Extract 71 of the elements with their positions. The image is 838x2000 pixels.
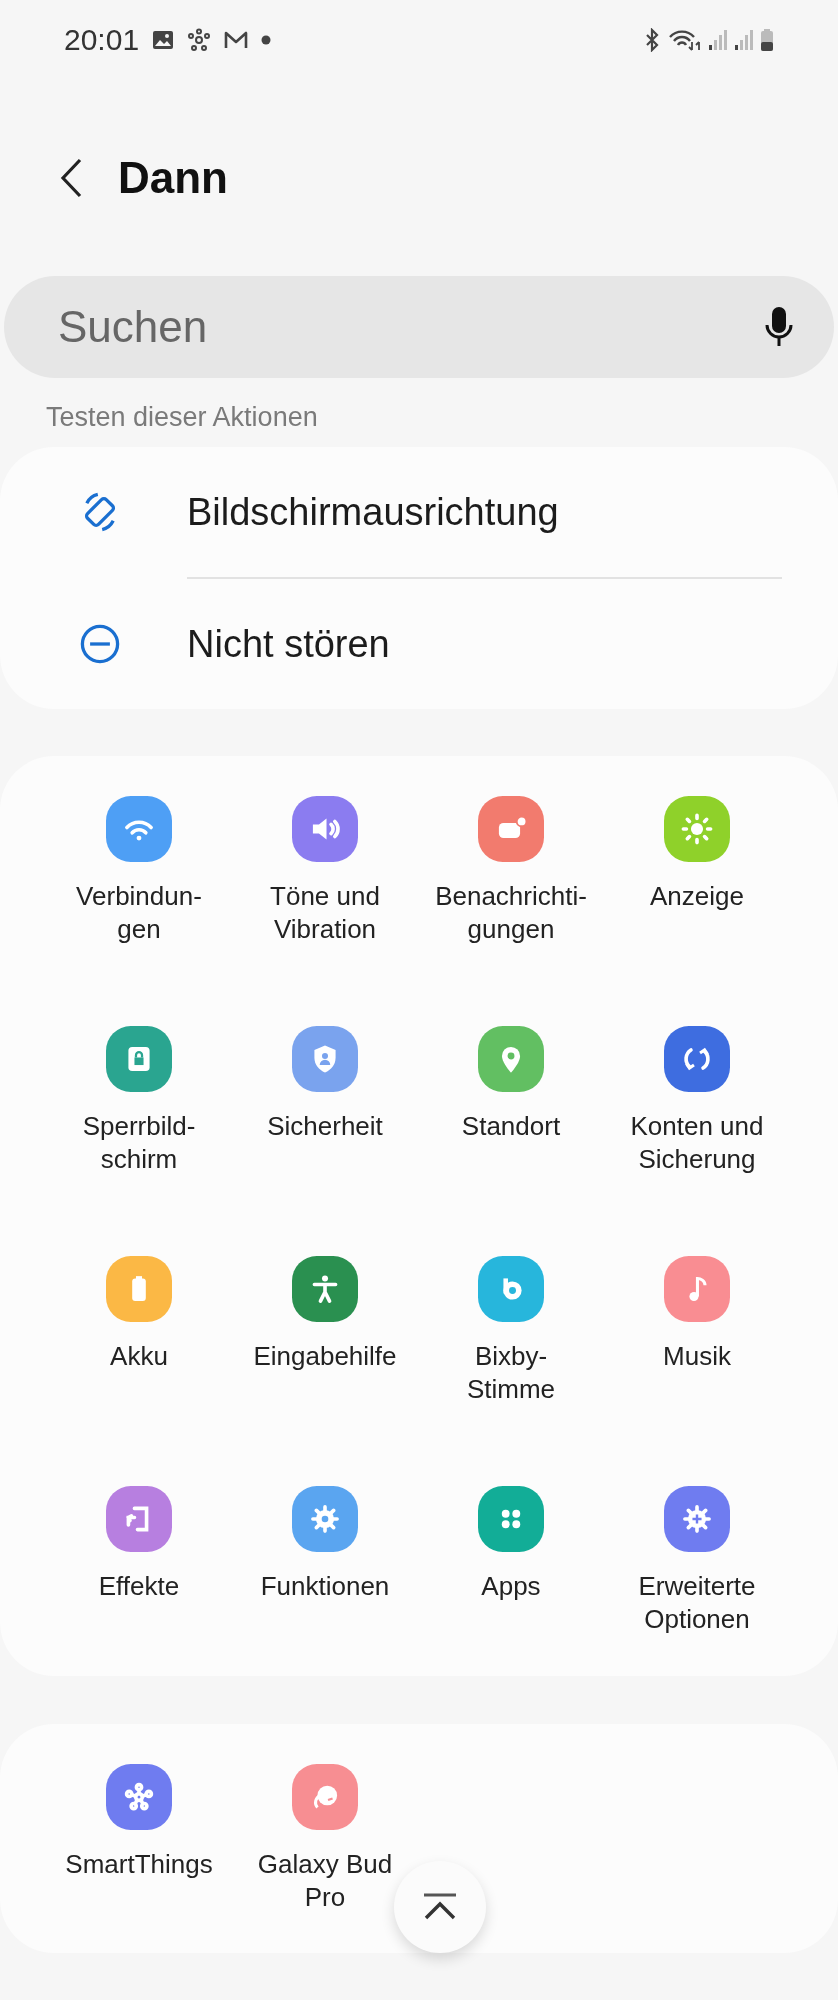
search-field[interactable]: Suchen xyxy=(4,276,834,378)
action-item[interactable]: Nicht stören xyxy=(187,577,782,709)
signal-icon xyxy=(708,28,728,52)
action-label: Nicht stören xyxy=(187,622,390,666)
music-note-icon xyxy=(664,1256,730,1322)
lock-icon xyxy=(106,1026,172,1092)
settings-item[interactable]: Standort xyxy=(461,1026,561,1256)
settings-item[interactable]: Bixby- Stimme xyxy=(466,1256,556,1486)
settings-item[interactable]: Erweiterte Optionen xyxy=(638,1486,756,1716)
settings-label: Standort xyxy=(461,1110,561,1143)
battery-icon xyxy=(106,1256,172,1322)
shield-icon xyxy=(292,1026,358,1092)
settings-item[interactable]: Funktionen xyxy=(260,1486,390,1716)
bixby-icon xyxy=(478,1256,544,1322)
sync-icon xyxy=(664,1026,730,1092)
settings-item[interactable]: Akku xyxy=(106,1256,172,1486)
page-title: Dann xyxy=(118,153,228,203)
settings-label: Anzeige xyxy=(650,880,744,913)
location-pin-icon xyxy=(478,1026,544,1092)
settings-label: Erweiterte Optionen xyxy=(638,1570,756,1636)
clock-time: 20:01 xyxy=(64,23,140,57)
settings-item[interactable]: Eingabehilfe xyxy=(253,1256,397,1486)
settings-label: Sperrbild- schirm xyxy=(82,1110,196,1176)
action-label: Bildschirmausrichtung xyxy=(187,490,559,534)
settings-item[interactable]: Musik xyxy=(663,1256,731,1486)
speaker-icon xyxy=(292,796,358,862)
wifi-icon xyxy=(106,796,172,862)
settings-label: Effekte xyxy=(98,1570,180,1603)
apps-icon xyxy=(478,1486,544,1552)
settings-item[interactable]: Effekte xyxy=(98,1486,180,1716)
settings-label: Musik xyxy=(663,1340,731,1373)
section-label: Testen dieser Aktionen xyxy=(45,401,319,434)
settings-label: Eingabehilfe xyxy=(253,1340,397,1373)
settings-item[interactable]: Apps xyxy=(478,1486,544,1716)
action-item[interactable]: Bildschirmausrichtung xyxy=(0,447,782,577)
settings-label: SmartThings xyxy=(65,1848,213,1881)
image-icon xyxy=(151,28,176,52)
network-icon xyxy=(187,28,212,52)
wifi-icon xyxy=(668,28,702,52)
nodes-icon xyxy=(106,1764,172,1830)
settings-item[interactable]: Sicherheit xyxy=(267,1026,383,1256)
settings-item[interactable]: Verbindun- gen xyxy=(76,796,202,1026)
battery-icon xyxy=(760,28,774,52)
settings-label: Verbindun- gen xyxy=(76,880,202,946)
settings-item[interactable]: Konten und Sicherung xyxy=(630,1026,764,1256)
settings-item[interactable]: Galaxy Bud Pro xyxy=(257,1764,393,1994)
gear-plus-icon xyxy=(664,1486,730,1552)
gear-icon xyxy=(292,1486,358,1552)
settings-item[interactable]: Benachrichti- gungen xyxy=(435,796,587,1026)
accessibility-icon xyxy=(292,1256,358,1322)
settings-label: Bixby- Stimme xyxy=(466,1340,556,1406)
settings-item[interactable]: Sperrbild- schirm xyxy=(82,1026,196,1256)
settings-label: Benachrichti- gungen xyxy=(435,880,587,946)
settings-label: Akku xyxy=(110,1340,168,1373)
settings-item[interactable]: SmartThings xyxy=(65,1764,213,1994)
settings-label: Apps xyxy=(481,1570,541,1603)
settings-label: Konten und Sicherung xyxy=(630,1110,764,1176)
signal-icon xyxy=(734,28,754,52)
microphone-icon xyxy=(764,306,794,348)
back-icon xyxy=(60,158,84,198)
dot-icon xyxy=(261,35,272,45)
settings-label: Sicherheit xyxy=(267,1110,383,1143)
settings-item[interactable]: Töne und Vibration xyxy=(270,796,380,1026)
settings-label: Galaxy Bud Pro xyxy=(257,1848,393,1914)
settings-label: Funktionen xyxy=(260,1570,390,1603)
minus-circle-icon xyxy=(78,622,122,666)
notification-icon xyxy=(478,796,544,862)
sun-icon xyxy=(664,796,730,862)
earbud-icon xyxy=(292,1764,358,1830)
settings-item[interactable]: Anzeige xyxy=(650,796,744,1026)
settings-label: Töne und Vibration xyxy=(270,880,380,946)
